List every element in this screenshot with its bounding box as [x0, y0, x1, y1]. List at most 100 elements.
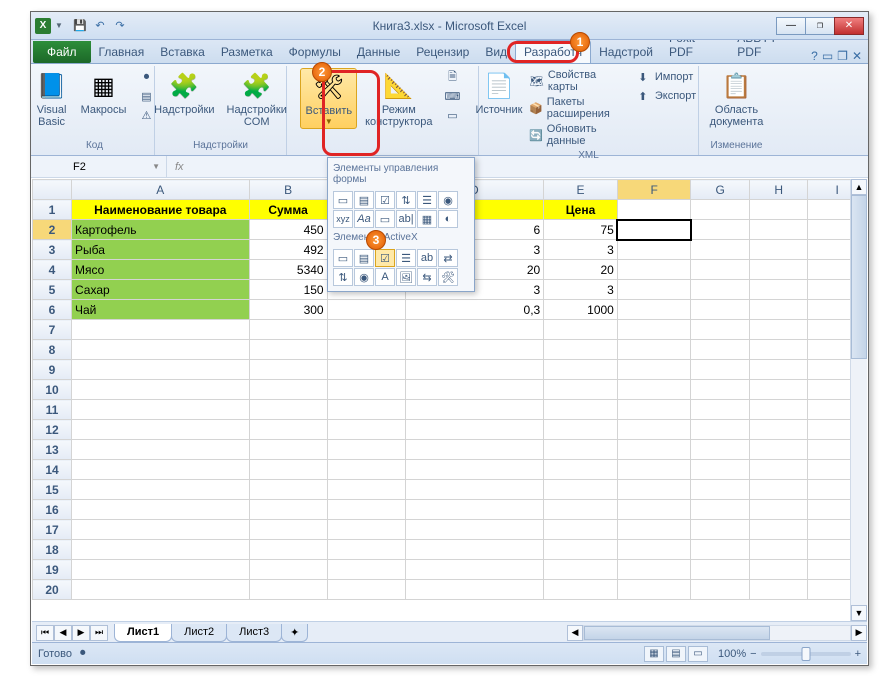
ribbon-minimize-icon[interactable]: ▭	[822, 49, 833, 63]
scroll-left-icon[interactable]: ◀	[567, 625, 583, 641]
hdr-name[interactable]: Наименование товара	[71, 200, 249, 220]
cell-A2[interactable]: Картофель	[71, 220, 249, 240]
run-dialog-button[interactable]: ▭	[441, 106, 465, 124]
scroll-down-icon[interactable]: ▼	[851, 605, 867, 621]
hdr-price[interactable]: Цена	[544, 200, 618, 220]
tab-view[interactable]: Вид	[477, 41, 515, 63]
visual-basic-button[interactable]: 📘 Visual Basic	[31, 68, 73, 130]
map-properties-button[interactable]: 🗺Свойства карты	[525, 68, 627, 94]
tab-addins[interactable]: Надстрой	[591, 41, 661, 63]
macros-button[interactable]: ▦ Макросы	[77, 68, 131, 118]
restore-button[interactable]: ❐	[805, 17, 835, 35]
tab-review[interactable]: Рецензир	[408, 41, 477, 63]
cell-E3[interactable]: 3	[544, 240, 618, 260]
col-B[interactable]: B	[249, 180, 327, 200]
cell-F2[interactable]	[617, 220, 691, 240]
tab-insert[interactable]: Вставка	[152, 41, 213, 63]
activex-image-icon[interactable]: 🖼	[396, 268, 416, 286]
fx-icon[interactable]	[167, 161, 192, 173]
rowhdr-1[interactable]: 1	[33, 200, 72, 220]
minimize-button[interactable]: —	[776, 17, 806, 35]
activex-button-icon[interactable]: ▭	[333, 249, 353, 267]
redo-icon[interactable]: ↷	[111, 17, 129, 35]
sheet-next-icon[interactable]: ▶	[72, 625, 90, 641]
document-panel-button[interactable]: 📋 Область документа	[706, 68, 768, 130]
view-code-button[interactable]: ⌨	[441, 87, 465, 105]
form-groupbox-icon[interactable]: Aa	[354, 210, 374, 228]
activex-combo-icon[interactable]: ▤	[354, 249, 374, 267]
col-A[interactable]: A	[71, 180, 249, 200]
rowhdr-4[interactable]: 4	[33, 260, 72, 280]
zoom-in-icon[interactable]: +	[855, 648, 861, 660]
cell-B2[interactable]: 450	[249, 220, 327, 240]
horizontal-scrollbar[interactable]: ◀ ▶	[567, 625, 867, 641]
form-button-icon[interactable]: ▭	[333, 191, 353, 209]
form-scrollbar-icon[interactable]: ▭	[375, 210, 395, 228]
cell-F1[interactable]	[617, 200, 691, 220]
form-option-icon[interactable]: ◉	[438, 191, 458, 209]
form-textbox-icon[interactable]: ab|	[396, 210, 416, 228]
col-H[interactable]: H	[749, 180, 807, 200]
rowhdr-6[interactable]: 6	[33, 300, 72, 320]
zoom-level[interactable]: 100%	[718, 648, 746, 660]
tab-home[interactable]: Главная	[91, 41, 153, 63]
form-label-icon[interactable]: xyz	[333, 210, 353, 228]
rowhdr-5[interactable]: 5	[33, 280, 72, 300]
activex-spinner-icon[interactable]: ⇅	[333, 268, 353, 286]
activex-more-icon[interactable]: 🛠	[438, 268, 458, 286]
cell-E4[interactable]: 20	[544, 260, 618, 280]
activex-listbox-icon[interactable]: ☰	[396, 249, 416, 267]
com-addins-button[interactable]: 🧩 Надстройки COM	[223, 68, 291, 130]
addins-button[interactable]: 🧩 Надстройки	[150, 68, 218, 118]
cell-E2[interactable]: 75	[544, 220, 618, 240]
activex-scrollbar-icon[interactable]: ⇄	[438, 249, 458, 267]
zoom-slider[interactable]	[761, 652, 851, 656]
sheet-tab-3[interactable]: Лист3	[226, 624, 282, 642]
select-all-corner[interactable]	[33, 180, 72, 200]
close-button[interactable]: ✕	[834, 17, 864, 35]
design-mode-button[interactable]: 📐 Режим конструктора	[361, 68, 436, 130]
page-break-view-icon[interactable]: ▭	[688, 646, 708, 662]
form-checkbox-icon[interactable]: ☑	[375, 191, 395, 209]
form-spinner-icon[interactable]: ⇅	[396, 191, 416, 209]
activex-option-icon[interactable]: ◉	[354, 268, 374, 286]
cell-A4[interactable]: Мясо	[71, 260, 249, 280]
source-button[interactable]: 📄 Источник	[477, 68, 521, 118]
form-listbox-icon[interactable]: ☰	[417, 191, 437, 209]
scroll-right-icon[interactable]: ▶	[851, 625, 867, 641]
vertical-scrollbar[interactable]: ▲ ▼	[850, 179, 867, 621]
properties-button[interactable]: 🗎	[441, 68, 465, 86]
macro-record-icon[interactable]: ⏺	[80, 647, 86, 660]
activex-checkbox-icon[interactable]: ☑	[375, 249, 395, 267]
zoom-out-icon[interactable]: −	[750, 648, 756, 660]
sheet-prev-icon[interactable]: ◀	[54, 625, 72, 641]
file-tab[interactable]: Файл	[33, 41, 91, 63]
vscroll-thumb[interactable]	[851, 195, 867, 359]
import-button[interactable]: ⬇Импорт	[631, 68, 700, 86]
undo-icon[interactable]: ↶	[91, 17, 109, 35]
col-F[interactable]: F	[617, 180, 691, 200]
activex-label-icon[interactable]: A	[375, 268, 395, 286]
normal-view-icon[interactable]: ▦	[644, 646, 664, 662]
expansion-packs-button[interactable]: 📦Пакеты расширения	[525, 95, 627, 121]
doc-restore-icon[interactable]: ❐	[837, 49, 848, 63]
col-E[interactable]: E	[544, 180, 618, 200]
cell-B6[interactable]: 300	[249, 300, 327, 320]
activex-toggle-icon[interactable]: ⇆	[417, 268, 437, 286]
col-G[interactable]: G	[691, 180, 749, 200]
hdr-sum[interactable]: Сумма	[249, 200, 327, 220]
sheet-last-icon[interactable]: ⏭	[90, 625, 108, 641]
cell-D6[interactable]: 0,3	[405, 300, 544, 320]
cell-A5[interactable]: Сахар	[71, 280, 249, 300]
sheet-tab-2[interactable]: Лист2	[171, 624, 227, 642]
zoom-knob[interactable]	[801, 647, 810, 661]
export-button[interactable]: ⬆Экспорт	[631, 87, 700, 105]
cell-A3[interactable]: Рыба	[71, 240, 249, 260]
sheet-tab-new[interactable]: ✦	[281, 624, 308, 642]
refresh-data-button[interactable]: 🔄Обновить данные	[525, 122, 627, 148]
cell-E6[interactable]: 1000	[544, 300, 618, 320]
tab-data[interactable]: Данные	[349, 41, 408, 63]
cell-E5[interactable]: 3	[544, 280, 618, 300]
sheet-first-icon[interactable]: ⏮	[36, 625, 54, 641]
cell-B5[interactable]: 150	[249, 280, 327, 300]
